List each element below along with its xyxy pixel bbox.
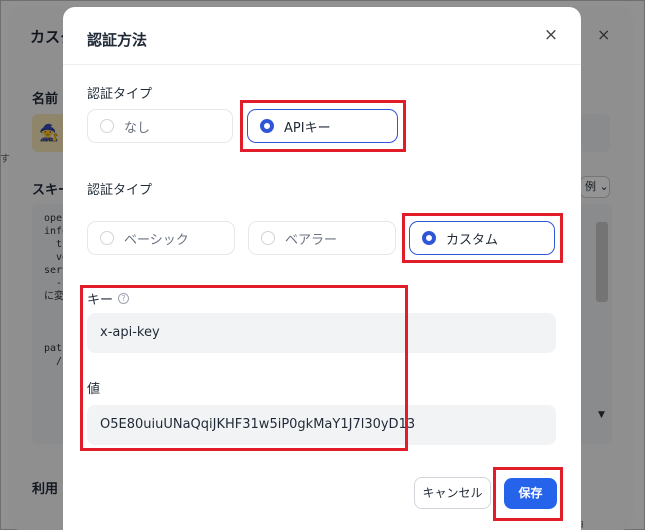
radio-button-checked (422, 231, 436, 245)
auth-option-bearer[interactable]: ベアラー (248, 221, 396, 255)
radio-button (100, 231, 114, 245)
auth-option-api-key[interactable]: APIキー (247, 109, 398, 143)
auth-option-basic[interactable]: ベーシック (87, 221, 235, 255)
cancel-button[interactable]: キャンセル (414, 477, 491, 509)
auth-method-dialog: 認証方法 × 認証タイプ なし APIキー 認証タイプ ベーシック ベアラー カ… (63, 7, 581, 530)
radio-label: カスタム (446, 232, 499, 248)
radio-button (261, 231, 275, 245)
radio-label: ベーシック (124, 232, 189, 248)
key-label-text: キー (87, 293, 114, 308)
key-label: キー ? (87, 289, 130, 308)
auth-type-sublabel: 認証タイプ (87, 183, 153, 198)
close-icon[interactable]: × (541, 25, 561, 45)
help-icon[interactable]: ? (118, 293, 130, 304)
radio-button-checked (260, 119, 274, 133)
radio-button (100, 119, 114, 133)
dialog-divider (63, 64, 581, 65)
radio-label: ベアラー (285, 232, 338, 248)
auth-option-custom[interactable]: カスタム (409, 221, 555, 255)
radio-label: なし (124, 120, 151, 136)
value-label: 値 (87, 378, 100, 397)
dialog-title: 認証方法 (87, 31, 148, 49)
key-input[interactable]: x-api-key (87, 313, 556, 353)
value-input[interactable]: O5E80uiuUNaQqiJKHF31w5iP0gkMaY1J7l30yD13 (87, 405, 556, 445)
radio-label: APIキー (284, 120, 331, 136)
auth-option-none[interactable]: なし (87, 109, 233, 143)
save-button[interactable]: 保存 (504, 478, 557, 509)
value-label-text: 値 (87, 382, 101, 397)
auth-type-label: 認証タイプ (87, 87, 153, 102)
